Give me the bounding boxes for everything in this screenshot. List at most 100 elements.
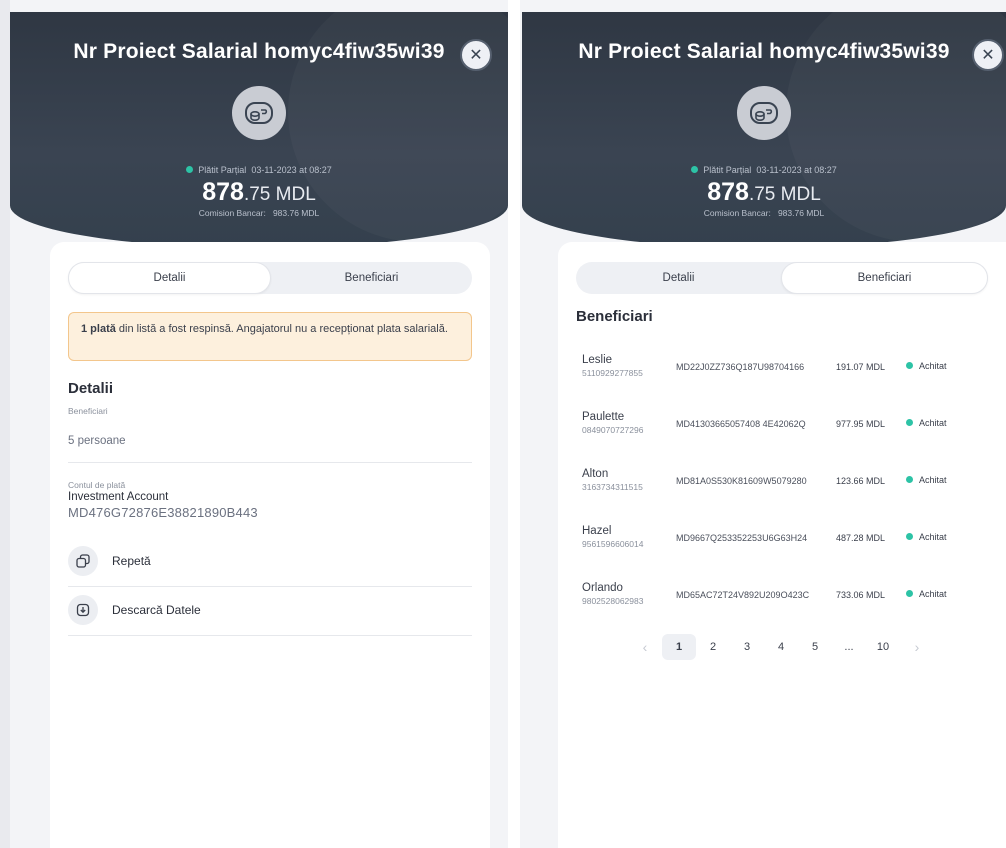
background-strip: [0, 0, 10, 848]
commission: Comision Bancar: 983.76 MDL: [522, 208, 1006, 218]
download-label: Descarcă Datele: [112, 603, 201, 617]
list-item[interactable]: Paulette 0849070727296 MD41303665057408 …: [582, 401, 1006, 458]
details-card: Detalii Beneficiari 1 plată din listă a …: [50, 242, 490, 848]
account-name: Investment Account: [68, 491, 169, 503]
page-2[interactable]: 2: [696, 634, 730, 660]
commission: Comision Bancar: 983.76 MDL: [10, 208, 508, 218]
payment-status: Plătit Parțial 03-11-2023 at 08:27: [10, 165, 508, 175]
list-item[interactable]: Leslie 5110929277855 MD22J0ZZ736Q187U987…: [582, 344, 1006, 401]
status-dot: [906, 476, 913, 483]
download-button[interactable]: Descarcă Datele: [68, 586, 472, 634]
prev-page-button[interactable]: ‹: [628, 634, 662, 660]
status-badge: Achitat: [906, 361, 1006, 371]
close-button[interactable]: ✕: [460, 39, 492, 71]
beneficiary-amount: 733.06 MDL: [836, 590, 886, 600]
account-label: Contul de plată: [68, 480, 126, 490]
list-item[interactable]: Alton 3163734311515 MD81A0S530K81609W507…: [582, 458, 1006, 515]
modal-header: Nr Proiect Salarial homyc4fiw35wi39 ✕ Pl…: [10, 12, 508, 248]
modal-title: Nr Proiect Salarial homyc4fiw35wi39: [578, 40, 950, 63]
status-badge: Achitat: [906, 418, 1006, 428]
payment-amount: 878.75 MDL: [522, 178, 1006, 207]
page-3[interactable]: 3: [730, 634, 764, 660]
beneficiaries-heading: Beneficiari: [576, 308, 653, 325]
status-label: Achitat: [919, 361, 947, 371]
tab-beneficiari[interactable]: Beneficiari: [271, 262, 472, 294]
beneficiary-name: Orlando: [582, 582, 623, 594]
next-page-button[interactable]: ›: [900, 634, 934, 660]
beneficiary-idnp: 0849070727296: [582, 425, 644, 435]
beneficiary-amount: 191.07 MDL: [836, 362, 886, 372]
repeat-button[interactable]: Repetă: [68, 537, 472, 585]
modal-header: Nr Proiect Salarial homyc4fiw35wi39 ✕ Pl…: [522, 12, 1006, 248]
beneficiari-label: Beneficiari: [68, 406, 108, 416]
beneficiary-iban: MD41303665057408 4E42062Q: [676, 419, 806, 429]
status-label: Achitat: [919, 589, 947, 599]
copy-icon: [68, 546, 98, 576]
status-label: Achitat: [919, 475, 947, 485]
list-item[interactable]: Orlando 9802528062983 MD65AC72T24V892U20…: [582, 572, 1006, 629]
beneficiary-name: Paulette: [582, 411, 625, 423]
coins-icon: [232, 86, 286, 140]
status-dot: [691, 166, 699, 173]
beneficiaries-modal: Nr Proiect Salarial homyc4fiw35wi39 ✕ Pl…: [522, 12, 1006, 848]
status-dot: [906, 419, 913, 426]
divider: [68, 635, 472, 636]
status-label: Plătit Parțial: [703, 165, 752, 175]
status-label: Plătit Parțial: [198, 165, 247, 175]
list-item[interactable]: Hazel 9561596606014 MD9667Q253352253U6G6…: [582, 515, 1006, 572]
beneficiary-idnp: 9802528062983: [582, 596, 644, 606]
amount-decimal: .75 MDL: [748, 184, 821, 205]
beneficiary-iban: MD65AC72T24V892U209O423C: [676, 590, 810, 600]
status-datetime: 03-11-2023 at 08:27: [251, 165, 332, 175]
download-icon: [68, 595, 98, 625]
status-badge: Achitat: [906, 475, 1006, 485]
beneficiary-name: Leslie: [582, 354, 613, 366]
beneficiary-amount: 487.28 MDL: [836, 533, 886, 543]
close-icon: ✕: [469, 47, 483, 64]
amount-integer: 878: [202, 178, 244, 206]
amount-integer: 878: [707, 178, 749, 206]
beneficiari-count: 5 persoane: [68, 435, 126, 447]
commission-value: 983.76 MDL: [272, 208, 320, 218]
pagination: ‹ 1 2 3 4 5 ... 10 ›: [628, 634, 934, 660]
page-10[interactable]: 10: [866, 634, 900, 660]
amount-decimal: .75 MDL: [243, 184, 316, 205]
divider: [68, 462, 472, 463]
status-datetime: 03-11-2023 at 08:27: [756, 165, 837, 175]
panel-gap: [508, 0, 520, 848]
screen: Nr Proiect Salarial homyc4fiw35wi39 ✕ Pl…: [0, 0, 1006, 848]
details-heading: Detalii: [68, 380, 114, 397]
payment-amount: 878.75 MDL: [10, 178, 508, 207]
account-iban: MD476G72876E38821890B443: [68, 505, 258, 520]
beneficiary-name: Hazel: [582, 525, 612, 537]
status-label: Achitat: [919, 418, 947, 428]
tab-detalii[interactable]: Detalii: [576, 262, 781, 294]
coins-icon: [737, 86, 791, 140]
status-dot: [906, 362, 913, 369]
close-icon: ✕: [981, 47, 995, 64]
beneficiary-idnp: 9561596606014: [582, 539, 644, 549]
commission-label: Comision Bancar:: [703, 208, 771, 218]
tab-switcher: Detalii Beneficiari: [576, 262, 988, 294]
tab-beneficiari[interactable]: Beneficiari: [781, 262, 988, 294]
status-label: Achitat: [919, 532, 947, 542]
beneficiary-iban: MD9667Q253352253U6G63H24: [676, 533, 808, 543]
close-button[interactable]: ✕: [972, 39, 1004, 71]
page-5[interactable]: 5: [798, 634, 832, 660]
beneficiary-iban: MD81A0S530K81609W5079280: [676, 476, 807, 486]
beneficiary-idnp: 3163734311515: [582, 482, 643, 492]
page-4[interactable]: 4: [764, 634, 798, 660]
status-dot: [906, 533, 913, 540]
beneficiaries-card: Detalii Beneficiari Beneficiari Leslie 5…: [558, 242, 1006, 848]
page-1[interactable]: 1: [662, 634, 696, 660]
beneficiaries-list: Leslie 5110929277855 MD22J0ZZ736Q187U987…: [582, 344, 1006, 629]
page-ellipsis: ...: [844, 641, 854, 653]
alert-text: din listă a fost respinsă. Angajatorul n…: [115, 323, 448, 335]
commission-label: Comision Bancar:: [198, 208, 266, 218]
modal-title: Nr Proiect Salarial homyc4fiw35wi39: [73, 40, 445, 63]
status-dot: [906, 590, 913, 597]
beneficiary-idnp: 5110929277855: [582, 368, 643, 378]
beneficiary-iban: MD22J0ZZ736Q187U98704166: [676, 362, 805, 372]
rejection-alert: 1 plată din listă a fost respinsă. Angaj…: [68, 312, 472, 361]
tab-detalii[interactable]: Detalii: [68, 262, 271, 294]
